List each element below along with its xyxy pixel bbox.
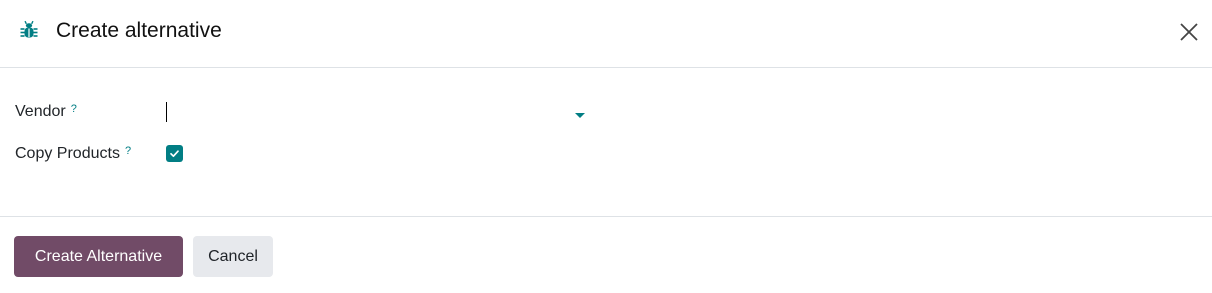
copy-products-label-text: Copy Products <box>15 145 120 162</box>
text-cursor <box>166 102 167 122</box>
copy-products-label: Copy Products? <box>15 144 131 164</box>
bug-icon <box>20 20 38 42</box>
create-alternative-dialog: Create alternative Vendor? Copy Products… <box>0 0 1212 293</box>
vendor-label: Vendor? <box>15 102 77 122</box>
cancel-button[interactable]: Cancel <box>193 236 273 277</box>
vendor-help-tooltip[interactable]: ? <box>71 103 77 115</box>
vendor-label-text: Vendor <box>15 103 66 120</box>
close-icon[interactable] <box>1176 19 1202 45</box>
chevron-down-icon[interactable] <box>575 113 585 118</box>
dialog-title: Create alternative <box>56 19 222 42</box>
copy-products-checkbox[interactable] <box>166 145 183 162</box>
dialog-footer: Create Alternative Cancel <box>0 216 1212 293</box>
copy-products-help-tooltip[interactable]: ? <box>125 145 131 157</box>
dialog-body: Vendor? Copy Products? <box>0 68 1212 216</box>
vendor-input[interactable] <box>165 101 590 125</box>
check-icon <box>170 150 179 158</box>
create-alternative-button[interactable]: Create Alternative <box>14 236 183 277</box>
dialog-header: Create alternative <box>0 0 1212 68</box>
